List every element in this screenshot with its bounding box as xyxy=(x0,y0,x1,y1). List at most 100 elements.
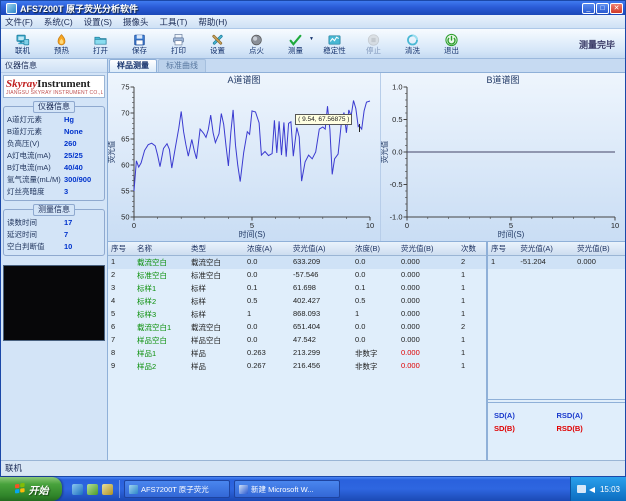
desktop-screen: AFS7200T 原子荧光分析软件 _ □ ✕ 文件(F) 系统(C) 设置(S) 摄… xyxy=(0,0,626,501)
table-row[interactable]: 2标准空白标准空白0.0-57.5460.00.0001 xyxy=(108,269,486,282)
column-header[interactable]: 浓度(B) xyxy=(352,242,398,255)
table-row[interactable]: 1-51.2040.000 xyxy=(488,256,625,269)
chart-cursor-line xyxy=(359,124,360,132)
menu-item-4[interactable]: 工具(T) xyxy=(160,16,188,28)
connect-icon xyxy=(15,32,31,47)
tab-1[interactable]: 标准曲线 xyxy=(158,59,206,72)
info-row: 氩气流量(mL/M)300/900 xyxy=(7,173,101,185)
dropdown-arrow-icon[interactable]: ▼ xyxy=(309,36,314,42)
toolbar-button-connect[interactable]: 联机 xyxy=(3,29,42,58)
table-row[interactable]: 4标样2标样0.5402.4270.50.0001 xyxy=(108,295,486,308)
stats-row-b: SD(B)RSD(B) xyxy=(494,424,619,437)
sample-table-header: 序号名称类型浓度(A)荧光值(A)浓度(B)荧光值(B)次数 xyxy=(108,242,486,256)
table-row[interactable]: 9样品2样品0.267216.456非数字0.0001 xyxy=(108,360,486,373)
svg-text:B道谱图: B道谱图 xyxy=(486,74,519,85)
svg-text:70: 70 xyxy=(121,109,129,118)
toolbar-button-exit[interactable]: 退出 xyxy=(432,29,471,58)
start-button[interactable]: 开始 xyxy=(0,477,62,501)
taskbar-task-1[interactable]: 新建 Microsoft W... xyxy=(234,480,340,498)
stat-label: RSD(A) xyxy=(557,411,620,424)
show-desktop-icon[interactable] xyxy=(102,484,113,495)
column-header[interactable]: 荧光值(B) xyxy=(398,242,458,255)
toolbar-button-open-folder[interactable]: 打开 xyxy=(81,29,120,58)
info-row: 空白判断值10 xyxy=(7,240,101,252)
menubar: 文件(F) 系统(C) 设置(S) 摄像头工具(T) 帮助(H) xyxy=(1,15,625,29)
svg-text:0: 0 xyxy=(405,221,409,230)
toolbar-button-print[interactable]: 打印 xyxy=(159,29,198,58)
volume-icon[interactable] xyxy=(589,485,597,494)
info-row: 读数时间17 xyxy=(7,216,101,228)
system-tray: 15:03 xyxy=(570,477,626,501)
windows-flag-icon xyxy=(14,483,26,495)
sample-table: 序号名称类型浓度(A)荧光值(A)浓度(B)荧光值(B)次数1载流空白载流空白0… xyxy=(108,242,488,460)
info-row: A道灯元素Hg xyxy=(7,113,101,125)
toolbar-button-stability[interactable]: 稳定性 xyxy=(315,29,354,58)
column-header[interactable]: 次数 xyxy=(458,242,486,255)
table-row[interactable]: 3标样1标样0.161.6980.10.0001 xyxy=(108,282,486,295)
svg-text:60: 60 xyxy=(121,161,129,170)
table-row[interactable]: 7样品空白样品空白0.047.5420.00.0001 xyxy=(108,334,486,347)
column-header[interactable]: 荧光值(A) xyxy=(517,242,574,255)
column-header[interactable]: 荧光值(B) xyxy=(574,242,625,255)
menu-item-2[interactable]: 设置(S) xyxy=(84,16,112,28)
clock: 15:03 xyxy=(600,485,620,494)
svg-text:0.0: 0.0 xyxy=(392,148,402,157)
table-row[interactable]: 8样品1样品0.263213.299非数字0.0001 xyxy=(108,347,486,360)
msn-icon[interactable] xyxy=(87,484,98,495)
toolbar-button-settings[interactable]: 设置 xyxy=(198,29,237,58)
menu-item-1[interactable]: 系统(C) xyxy=(44,16,73,28)
svg-text:10: 10 xyxy=(611,221,619,230)
column-header[interactable]: 序号 xyxy=(108,242,134,255)
taskbar-task-0[interactable]: AFS7200T 原子荧光 xyxy=(124,480,230,498)
ie-icon[interactable] xyxy=(72,484,83,495)
groupbox-1: 测量信息读数时间17延迟时间7空白判断值10 xyxy=(3,209,105,256)
save-icon xyxy=(132,32,148,47)
column-header[interactable]: 荧光值(A) xyxy=(290,242,352,255)
groupbox-0: 仪器信息A道灯元素HgB道灯元素None负高压(V)260A灯电流(mA)25/… xyxy=(3,106,105,201)
preheat-icon xyxy=(54,32,70,47)
right-panel: 序号荧光值(A)荧光值(B)1-51.2040.000 SD(A)RSD(A)S… xyxy=(488,242,625,460)
tray-device-icon[interactable] xyxy=(577,485,586,493)
toolbar-button-save[interactable]: 保存 xyxy=(120,29,159,58)
svg-text:-1.0: -1.0 xyxy=(390,213,403,222)
word-task-icon xyxy=(239,485,248,494)
print-icon xyxy=(171,32,187,47)
brand-logo: SkyrayInstrument JIANGSU SKYRAY INSTRUME… xyxy=(3,75,105,98)
statusbar: 联机 xyxy=(1,460,625,476)
svg-text:55: 55 xyxy=(121,187,129,196)
channel-b-chart: B道谱图0510-1.0-0.50.00.51.0时间(S)荧光值 xyxy=(381,73,625,241)
svg-text:1.0: 1.0 xyxy=(392,83,402,92)
maximize-button[interactable]: □ xyxy=(596,3,609,14)
close-button[interactable]: ✕ xyxy=(610,3,623,14)
table-row[interactable]: 1载流空白载流空白0.0633.2090.00.0002 xyxy=(108,256,486,269)
column-header[interactable]: 类型 xyxy=(188,242,244,255)
menu-item-5[interactable]: 帮助(H) xyxy=(198,16,227,28)
sidebar-groups: 仪器信息A道灯元素HgB道灯元素None负高压(V)260A灯电流(mA)25/… xyxy=(1,98,107,256)
toolbar-button-ignite[interactable]: 点火 xyxy=(237,29,276,58)
afs-task-icon xyxy=(129,485,138,494)
stat-label: SD(B) xyxy=(494,424,557,437)
toolbar-button-measure[interactable]: ▼测量 xyxy=(276,29,315,58)
svg-text:时间(S): 时间(S) xyxy=(239,229,266,239)
table-row[interactable]: 5标样3标样1868.09310.0001 xyxy=(108,308,486,321)
toolbar-button-clean[interactable]: 清洗 xyxy=(393,29,432,58)
info-row: 延迟时间7 xyxy=(7,228,101,240)
toolbar-button-preheat[interactable]: 预热 xyxy=(42,29,81,58)
menu-item-0[interactable]: 文件(F) xyxy=(5,16,33,28)
column-header[interactable]: 名称 xyxy=(134,242,188,255)
minimize-button[interactable]: _ xyxy=(582,3,595,14)
table-row[interactable]: 6载流空白1载流空白0.0651.4040.00.0002 xyxy=(108,321,486,334)
app-icon xyxy=(6,3,17,14)
column-header[interactable]: 浓度(A) xyxy=(244,242,290,255)
settings-icon xyxy=(210,32,226,47)
camera-view xyxy=(3,265,105,341)
content-area: 样品测量标准曲线 A道谱图0510505560657075时间(S)荧光值( 9… xyxy=(108,59,625,460)
svg-text:0: 0 xyxy=(132,221,136,230)
titlebar: AFS7200T 原子荧光分析软件 _ □ ✕ xyxy=(1,1,625,15)
column-header[interactable]: 序号 xyxy=(488,242,517,255)
tables-row: 序号名称类型浓度(A)荧光值(A)浓度(B)荧光值(B)次数1载流空白载流空白0… xyxy=(108,241,625,460)
start-label: 开始 xyxy=(29,482,49,497)
tab-0[interactable]: 样品测量 xyxy=(109,59,157,72)
exit-icon xyxy=(444,32,460,47)
menu-item-3[interactable]: 摄像头 xyxy=(123,16,149,28)
